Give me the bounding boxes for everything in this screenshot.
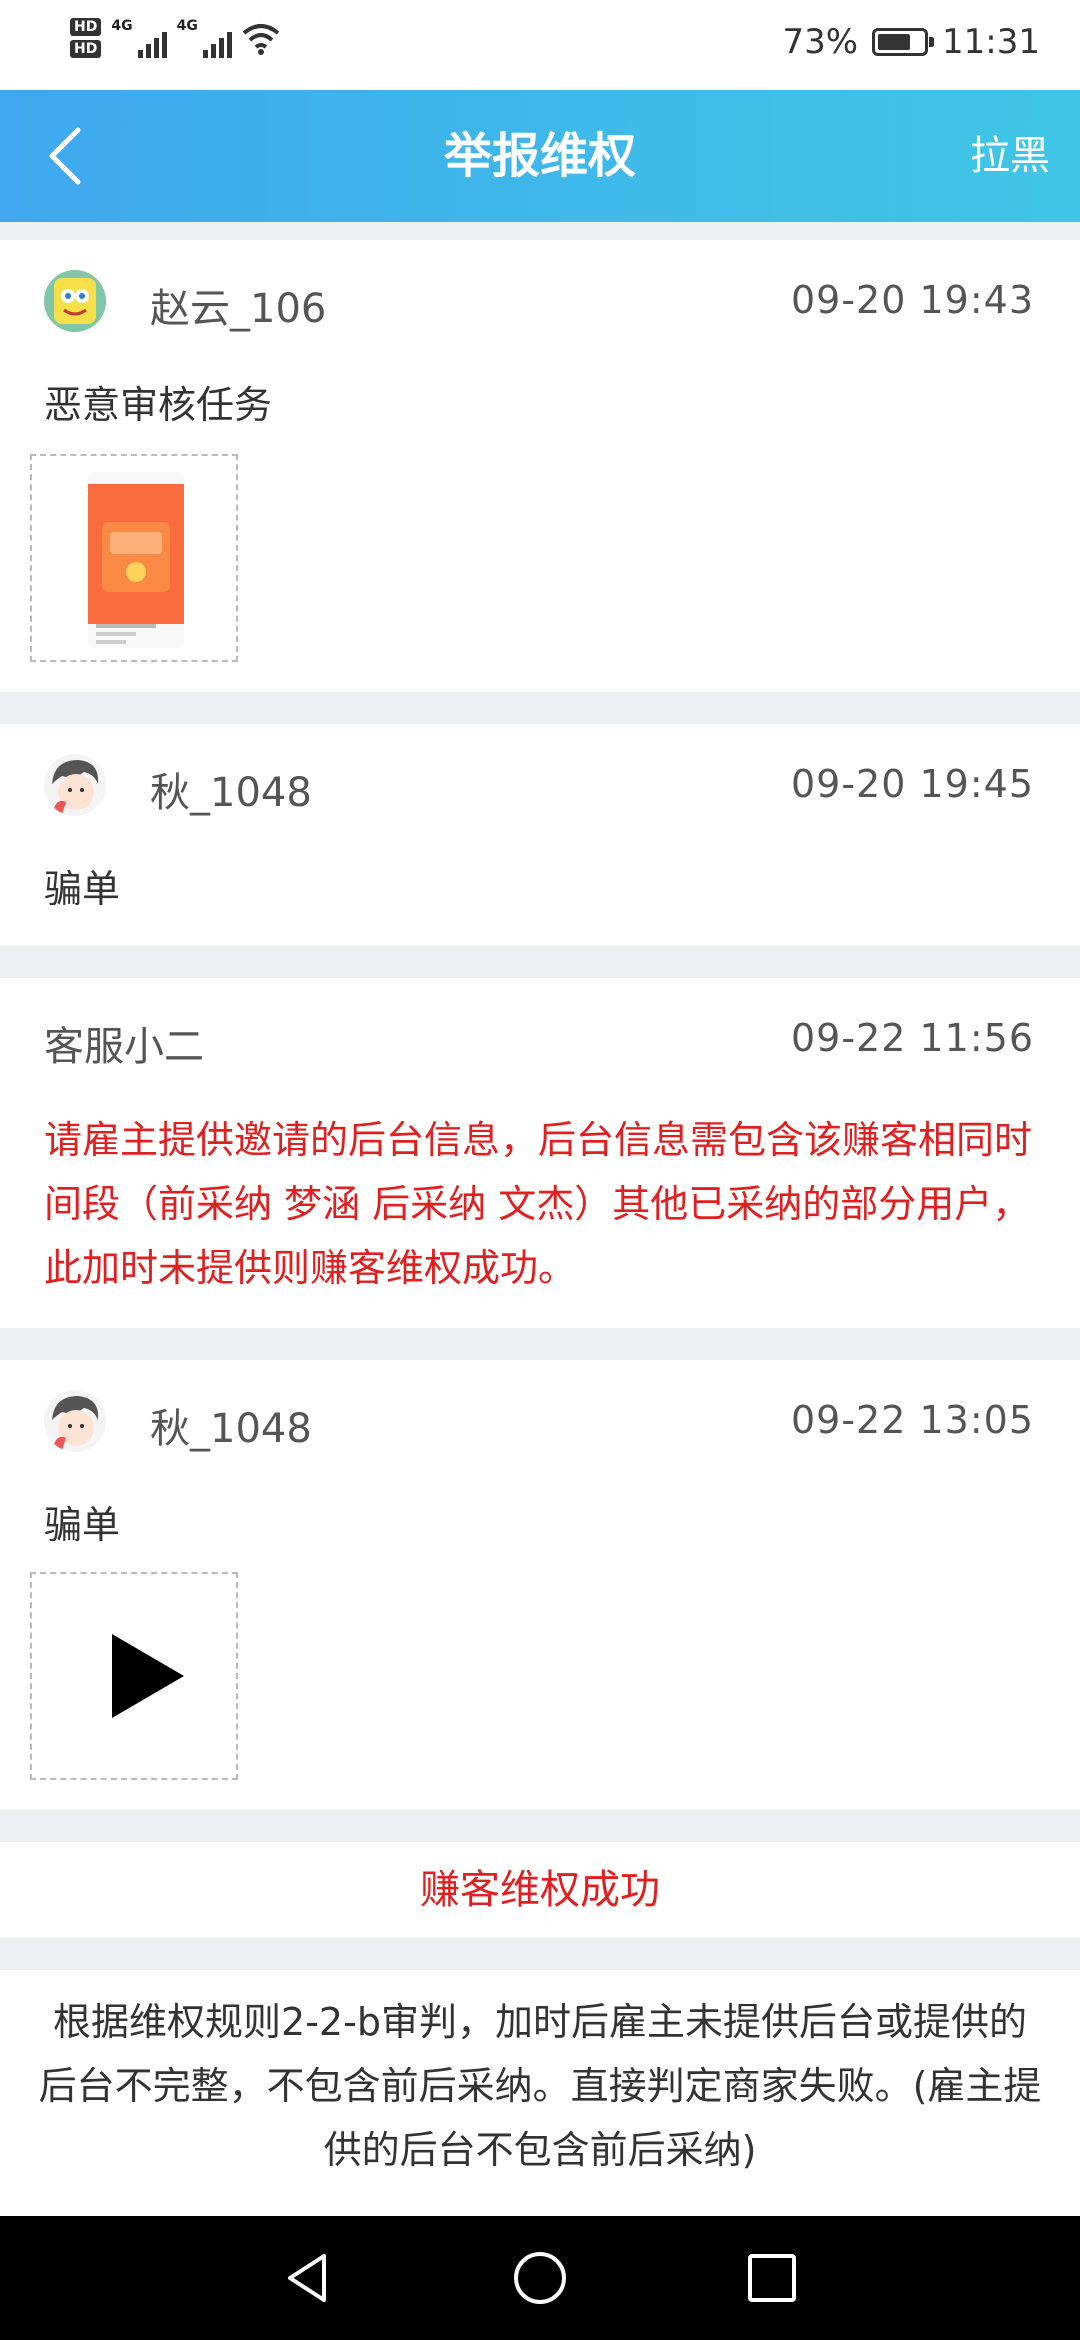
battery-fill — [878, 34, 911, 50]
service-notice-text: 请雇主提供邀请的后台信息，后台信息需包含该赚客相同时间段（前采纳 梦涵 后采纳 … — [44, 1118, 1033, 1290]
post-card: 赵云_106 09-20 19:43 恶意审核任务 — [0, 240, 1080, 692]
result-banner: 赚客维权成功 — [0, 1842, 1080, 1938]
page-title: 举报维权 — [443, 128, 636, 184]
block-button[interactable]: 拉黑 — [970, 90, 1050, 222]
post-card: 秋_1048 09-20 19:45 骗单 — [0, 724, 1080, 946]
sim2-network-label: 4G — [176, 18, 198, 34]
screenshot-thumbnail — [88, 472, 184, 648]
post-text: 恶意审核任务 — [44, 383, 273, 427]
post-card: 秋_1048 09-22 13:05 骗单 — [0, 1360, 1080, 1810]
battery-percent: 73% — [782, 22, 859, 62]
username: 秋_1048 — [150, 770, 312, 816]
username: 客服小二 — [44, 1024, 204, 1070]
avatar[interactable] — [44, 270, 106, 332]
home-circle-icon[interactable] — [512, 2250, 568, 2306]
username: 赵云_106 — [150, 286, 327, 332]
hd-indicator: HD HD — [70, 18, 102, 58]
avatar-image — [44, 1390, 106, 1452]
signal-icon-sim2: 4G — [177, 18, 232, 58]
avatar-image — [44, 754, 106, 816]
image-attachment[interactable] — [30, 454, 238, 662]
hd2-badge: HD — [70, 40, 102, 58]
post-card: 客服小二 09-22 11:56 请雇主提供邀请的后台信息，后台信息需包含该赚客… — [0, 978, 1080, 1328]
clock: 11:31 — [942, 22, 1040, 62]
play-icon — [112, 1634, 184, 1718]
video-attachment[interactable] — [30, 1572, 238, 1780]
back-triangle-icon[interactable] — [280, 2250, 336, 2306]
post-text: 骗单 — [44, 1503, 121, 1547]
recents-square-icon[interactable] — [744, 2250, 800, 2306]
post-text: 骗单 — [44, 867, 121, 911]
avatar-image — [44, 270, 106, 332]
username: 秋_1048 — [150, 1406, 312, 1452]
ruling-section: 根据维权规则2-2-b审判，加时后雇主未提供后台或提供的后台不完整，不包含前后采… — [0, 1970, 1080, 2216]
status-right: 73% 11:31 — [782, 22, 1040, 62]
avatar[interactable] — [44, 754, 106, 816]
sim1-network-label: 4G — [111, 18, 133, 34]
signal-icon-sim1: 4G — [111, 18, 167, 58]
nav-bar: 举报维权 拉黑 — [0, 90, 1080, 222]
post-time: 09-22 11:56 — [790, 1016, 1034, 1060]
post-time: 09-20 19:45 — [790, 762, 1034, 806]
post-time: 09-22 13:05 — [790, 1398, 1034, 1442]
hd1-badge: HD — [70, 18, 102, 36]
wifi-icon — [242, 24, 280, 55]
post-time: 09-20 19:43 — [790, 278, 1034, 322]
status-bar: HD HD 4G 4G 73% 11:31 — [0, 0, 1080, 90]
system-nav-bar — [0, 2216, 1080, 2340]
ruling-text: 根据维权规则2-2-b审判，加时后雇主未提供后台或提供的后台不完整，不包含前后采… — [38, 2000, 1042, 2172]
avatar[interactable] — [44, 1390, 106, 1452]
status-left: HD HD 4G 4G — [70, 18, 280, 58]
battery-icon — [872, 28, 935, 56]
